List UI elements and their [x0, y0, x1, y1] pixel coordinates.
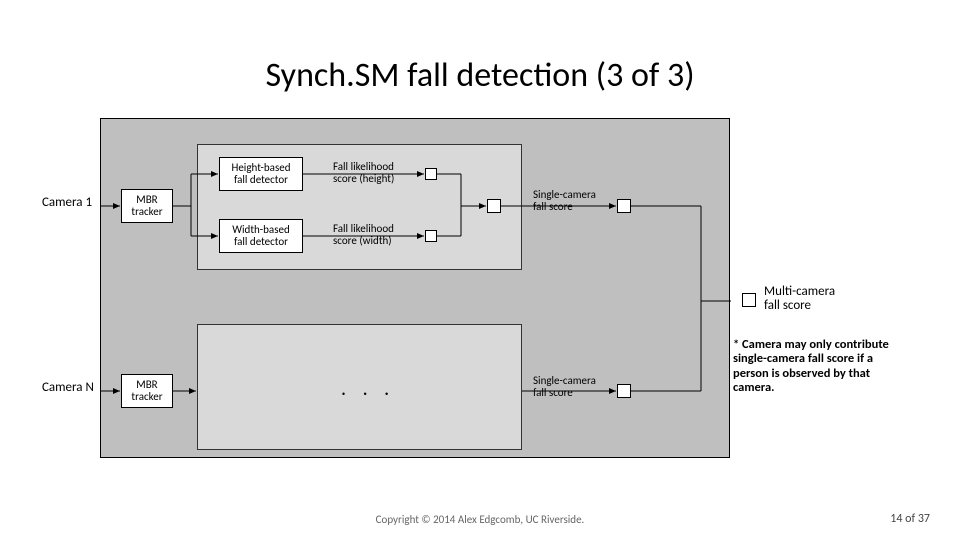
- cameraN-label: Camera N: [42, 380, 94, 395]
- height-score-label: Fall likelihood score (height): [333, 161, 394, 185]
- slide-title: Synch.SM fall detection (3 of 3): [0, 55, 960, 96]
- single-cam1-label: Single-camera fall score: [533, 189, 596, 213]
- merge-node-1: [487, 199, 501, 213]
- slide: Synch.SM fall detection (3 of 3) Camera …: [0, 0, 960, 540]
- ellipsis: . . .: [341, 377, 395, 401]
- height-score-node: [425, 168, 437, 180]
- single-camN-node: [617, 384, 631, 398]
- copyright: Copyright © 2014 Alex Edgcomb, UC Rivers…: [0, 513, 960, 526]
- height-detector-box: Height-based fall detector: [219, 157, 303, 191]
- mbr-tracker-1: MBR tracker: [121, 189, 173, 223]
- multi-camera-node: [742, 293, 756, 307]
- single-cam1-node: [617, 199, 631, 213]
- mbr-tracker-N: MBR tracker: [121, 374, 173, 408]
- footnote: * Camera may only contribute single-came…: [733, 338, 903, 396]
- camera1-label: Camera 1: [42, 195, 92, 210]
- multi-camera-label: Multi-camera fall score: [764, 285, 835, 314]
- single-camN-label: Single-camera fall score: [533, 375, 596, 399]
- diagram: MBR tracker Height-based fall detector W…: [100, 118, 730, 458]
- width-score-label: Fall likelihood score (width): [333, 223, 394, 247]
- width-detector-box: Width-based fall detector: [219, 219, 303, 253]
- page-number: 14 of 37: [890, 512, 930, 526]
- width-score-node: [425, 230, 437, 242]
